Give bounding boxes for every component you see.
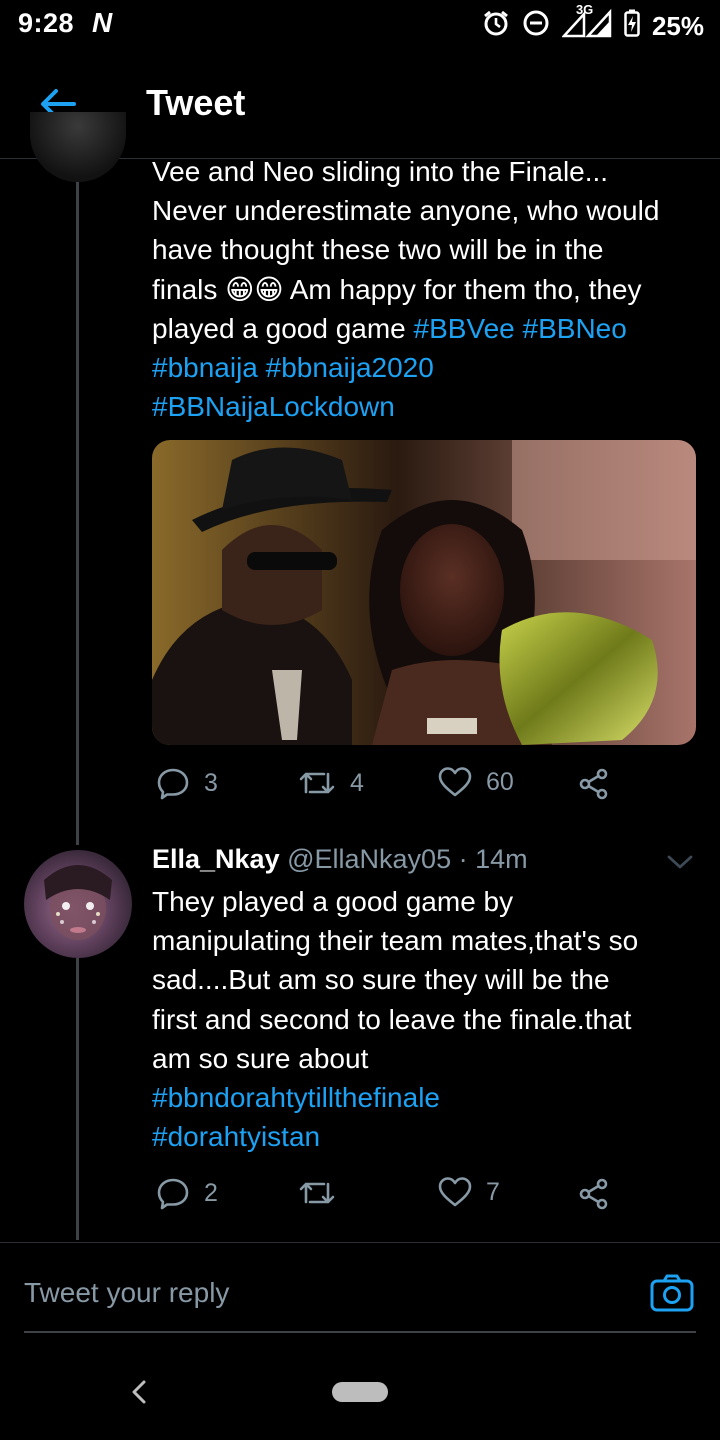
share-icon	[579, 1178, 608, 1210]
like-count: 7	[486, 1177, 500, 1206]
heart-icon	[438, 1177, 472, 1207]
like-button[interactable]: 60	[438, 766, 514, 798]
page-title: Tweet	[146, 82, 246, 123]
heart-icon	[438, 767, 472, 797]
system-home-pill[interactable]	[332, 1382, 388, 1402]
tweet-photo[interactable]	[152, 440, 696, 745]
reply-author-handle[interactable]: @EllaNkay05	[287, 844, 451, 874]
reply-author-name[interactable]: Ella_Nkay	[152, 844, 280, 874]
status-icons: 3G 25%	[482, 2, 704, 45]
chevron-down-icon[interactable]	[666, 848, 694, 876]
reply-text-line: first and second to leave the finale.tha…	[152, 1003, 632, 1035]
reply-count: 3	[204, 768, 218, 797]
reply-text: They played a good game by manipulating …	[152, 882, 712, 1156]
reply-icon	[157, 768, 189, 800]
status-time: 9:28	[18, 8, 75, 38]
thread-connector-line	[76, 958, 79, 1240]
reply-icon	[157, 1178, 189, 1210]
hashtag-link[interactable]: #dorahtyistan	[152, 1121, 320, 1152]
share-button[interactable]	[578, 1178, 610, 1210]
like-count: 60	[486, 767, 514, 796]
reply-author-avatar[interactable]	[24, 850, 132, 958]
tweet-text-line: have thought these two will be in the	[152, 234, 604, 266]
reply-text-line: manipulating their team mates,that's so	[152, 925, 639, 957]
retweet-button[interactable]: 4	[298, 766, 364, 800]
battery-icon	[624, 9, 640, 44]
reply-text-line: am so sure about	[152, 1042, 369, 1074]
reply-input[interactable]: Tweet your reply	[24, 1277, 229, 1309]
do-not-disturb-icon	[522, 9, 550, 44]
hashtag-link[interactable]: #BBNaijaLockdown	[152, 391, 395, 422]
reply-button[interactable]: 3	[156, 766, 218, 800]
battery-percent: 25%	[651, 11, 704, 41]
reply-composer: Tweet your reply	[0, 1242, 720, 1363]
tweet-text-line: finals 😁😁 Am happy for them tho, they	[152, 273, 642, 305]
hashtag-link[interactable]: #bbndorahtytillthefinale	[152, 1082, 440, 1113]
reply-header: Ella_Nkay @EllaNkay05 · 14m	[152, 844, 528, 875]
notification-n-icon: N	[92, 7, 113, 38]
reply-text-line: They played a good game by	[152, 886, 514, 917]
tweet-text-line: Vee and Neo sliding into the Finale...	[152, 156, 609, 187]
network-type-label: 3G	[575, 2, 594, 17]
reply-text-line: sad....But am so sure they will be the	[152, 964, 610, 996]
thread-connector-line	[76, 180, 79, 845]
system-back-icon[interactable]	[126, 1376, 154, 1408]
tweet-text: Vee and Neo sliding into the Finale... N…	[152, 152, 712, 426]
hashtag-link[interactable]: #bbnaija2020	[266, 352, 434, 383]
reply-count: 2	[204, 1178, 218, 1207]
like-button[interactable]: 7	[438, 1176, 500, 1208]
hashtag-link[interactable]: #BBVee	[414, 313, 515, 344]
retweet-count: 4	[350, 768, 364, 797]
hashtag-link[interactable]: #BBNeo	[523, 313, 627, 344]
separator-dot: ·	[458, 844, 468, 874]
tweet-text-line: Never underestimate anyone, who would	[152, 195, 660, 227]
hashtag-link[interactable]: #bbnaija	[152, 352, 258, 383]
status-bar: 9:28 N 3G 25%	[0, 0, 720, 50]
input-underline	[24, 1331, 696, 1333]
alarm-icon	[482, 9, 510, 44]
reply-timestamp: 14m	[475, 844, 528, 874]
retweet-icon	[299, 772, 335, 794]
retweet-icon	[299, 1182, 335, 1204]
retweet-button[interactable]	[298, 1176, 350, 1210]
original-author-avatar[interactable]	[30, 112, 126, 182]
signal-icon: 3G	[561, 2, 612, 45]
reply-button[interactable]: 2	[156, 1176, 218, 1210]
share-button[interactable]	[578, 768, 610, 800]
camera-icon[interactable]	[650, 1273, 694, 1313]
tweet-text-line: played a good game	[152, 312, 414, 344]
share-icon	[579, 768, 608, 800]
